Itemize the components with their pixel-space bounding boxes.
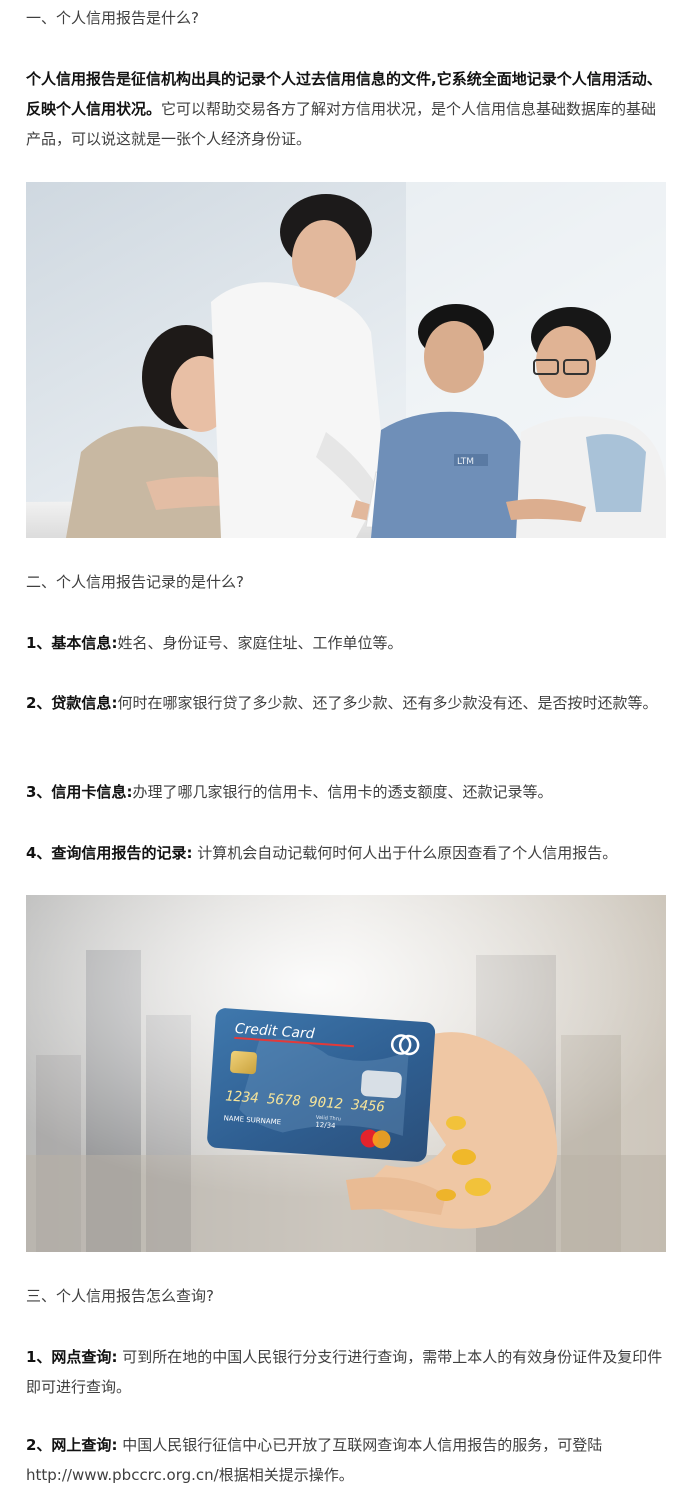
gold-coin-icon (446, 1116, 466, 1130)
record-item-label: 2、贷款信息: (26, 694, 118, 712)
record-item-text: 姓名、身份证号、家庭住址、工作单位等。 (117, 634, 403, 652)
query-method-branch: 1、网点查询: 可到所在地的中国人民银行分支行进行查询，需带上本人的有效身份证件… (26, 1342, 666, 1402)
meeting-photo: LTM (26, 182, 666, 538)
intro-paragraph: 个人信用报告是征信机构出具的记录个人过去信用信息的文件,它系统全面地记录个人信用… (26, 64, 666, 154)
credit-card-photo: Credit Card 1234 5678 9012 3456 Valid Th… (26, 895, 666, 1252)
query-method-online: 2、网上查询: 中国人民银行征信中心已开放了互联网查询本人信用报告的服务，可登陆… (26, 1430, 666, 1490)
record-item-label: 3、信用卡信息: (26, 783, 133, 801)
record-item-credit-card-info: 3、信用卡信息:办理了哪几家银行的信用卡、信用卡的透支额度、还款记录等。 (26, 777, 666, 807)
record-item-basic-info: 1、基本信息:姓名、身份证号、家庭住址、工作单位等。 (26, 628, 666, 658)
record-item-label: 4、查询信用报告的记录: (26, 844, 193, 862)
card-chip-icon (230, 1050, 257, 1075)
section-heading-3: 三、个人信用报告怎么查询? (26, 1287, 214, 1305)
shirt-label: LTM (457, 457, 474, 467)
hologram-icon (360, 1070, 402, 1099)
query-method-text: 可到所在地的中国人民银行分支行进行查询，需带上本人的有效身份证件及复印件即可进行… (26, 1348, 663, 1396)
record-item-text: 计算机会自动记载何时何人出于什么原因查看了个人信用报告。 (192, 844, 618, 862)
card-expiry: 12/34 (315, 1121, 336, 1130)
record-item-text: 办理了哪几家银行的信用卡、信用卡的透支额度、还款记录等。 (132, 783, 553, 801)
query-method-label: 2、网上查询: (26, 1436, 118, 1454)
query-method-label: 1、网点查询: (26, 1348, 118, 1366)
section-heading-1: 一、个人信用报告是什么? (26, 9, 199, 27)
record-item-text: 何时在哪家银行贷了多少款、还了多少款、还有多少款没有还、是否按时还款等。 (117, 694, 658, 712)
meeting-illustration: LTM (26, 182, 666, 538)
record-item-label: 1、基本信息: (26, 634, 118, 652)
record-item-query-history: 4、查询信用报告的记录: 计算机会自动记载何时何人出于什么原因查看了个人信用报告… (26, 838, 666, 868)
credit-card-illustration: Credit Card 1234 5678 9012 3456 Valid Th… (26, 895, 666, 1252)
record-item-loan-info: 2、贷款信息:何时在哪家银行贷了多少款、还了多少款、还有多少款没有还、是否按时还… (26, 688, 666, 718)
section-heading-2: 二、个人信用报告记录的是什么? (26, 573, 244, 591)
